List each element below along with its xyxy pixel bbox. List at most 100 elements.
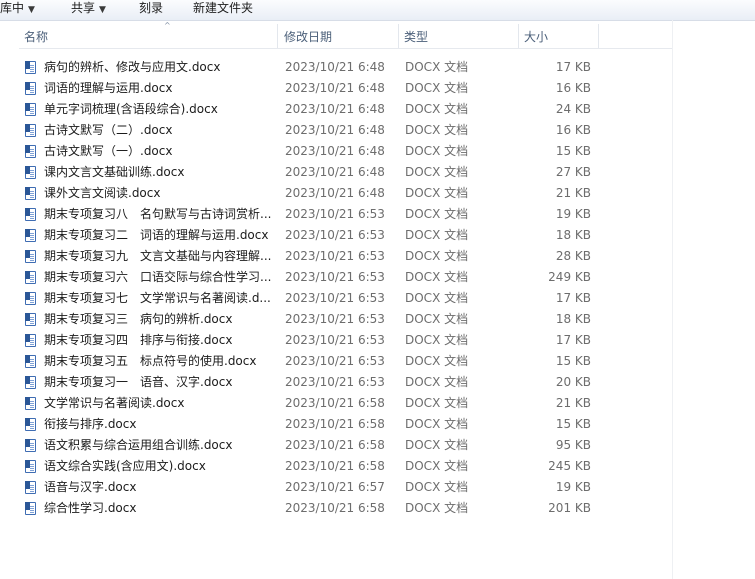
file-type: DOCX 文档 [405, 480, 469, 494]
file-row[interactable]: 文学常识与名著阅读.docx 2023/10/21 6:58 DOCX 文档 21 K… [19, 393, 672, 414]
file-modified: 2023/10/21 6:53 [285, 270, 385, 284]
word-document-icon [25, 397, 36, 410]
file-type: DOCX 文档 [405, 207, 469, 221]
file-row[interactable]: 课外文言文阅读.docx 2023/10/21 6:48 DOCX 文档 21 KB [19, 183, 672, 204]
file-name[interactable]: 课外文言文阅读.docx [44, 183, 276, 204]
word-document-icon [25, 292, 36, 305]
file-type: DOCX 文档 [405, 249, 469, 263]
file-modified: 2023/10/21 6:53 [285, 291, 385, 305]
file-name[interactable]: 期末专项复习一 语音、汉字.docx [44, 372, 276, 393]
column-header: ^ 名称 修改日期 类型 大小 [19, 21, 672, 49]
column-name[interactable]: ^ 名称 [19, 21, 278, 48]
file-size: 18 KB [555, 312, 591, 326]
file-name[interactable]: 语音与汉字.docx [44, 477, 276, 498]
file-modified: 2023/10/21 6:48 [285, 123, 385, 137]
file-row[interactable]: 衔接与排序.docx 2023/10/21 6:58 DOCX 文档 15 KB [19, 414, 672, 435]
file-row[interactable]: 期末专项复习四 排序与衔接.docx 2023/10/21 6:53 DOCX 文档… [19, 330, 672, 351]
file-type: DOCX 文档 [405, 291, 469, 305]
file-size: 15 KB [555, 144, 591, 158]
column-size[interactable]: 大小 [519, 24, 599, 48]
word-document-icon [25, 208, 36, 221]
file-name[interactable]: 语文综合实践(含应用文).docx [44, 456, 276, 477]
file-type: DOCX 文档 [405, 396, 469, 410]
file-name[interactable]: 期末专项复习五 标点符号的使用.docx [44, 351, 276, 372]
file-row[interactable]: 期末专项复习八 名句默写与古诗词赏析... 2023/10/21 6:53 DOCX… [19, 204, 672, 225]
file-type: DOCX 文档 [405, 438, 469, 452]
file-name[interactable]: 期末专项复习二 词语的理解与运用.docx [44, 225, 276, 246]
file-row[interactable]: 期末专项复习九 文言文基础与内容理解... 2023/10/21 6:53 DOCX… [19, 246, 672, 267]
file-name[interactable]: 课内文言文基础训练.docx [44, 162, 276, 183]
burn-button[interactable]: 刻录 [139, 0, 163, 20]
file-name[interactable]: 语文积累与综合运用组合训练.docx [44, 435, 276, 456]
file-name[interactable]: 期末专项复习三 病句的辨析.docx [44, 309, 276, 330]
file-size: 15 KB [555, 354, 591, 368]
file-modified: 2023/10/21 6:58 [285, 438, 385, 452]
file-row[interactable]: 期末专项复习三 病句的辨析.docx 2023/10/21 6:53 DOCX 文档… [19, 309, 672, 330]
file-modified: 2023/10/21 6:57 [285, 480, 385, 494]
word-document-icon [25, 439, 36, 452]
file-size: 245 KB [548, 459, 591, 473]
library-menu[interactable]: 库中 ▼ [0, 0, 35, 20]
file-name[interactable]: 古诗文默写（一）.docx [44, 141, 276, 162]
command-bar: 库中 ▼ 共享 ▼ 刻录 新建文件夹 [0, 0, 755, 21]
file-name[interactable]: 病句的辨析、修改与应用文.docx [44, 57, 276, 78]
file-size: 16 KB [555, 123, 591, 137]
word-document-icon [25, 229, 36, 242]
new-folder-button[interactable]: 新建文件夹 [193, 0, 253, 20]
file-row[interactable]: 古诗文默写（一）.docx 2023/10/21 6:48 DOCX 文档 15 KB [19, 141, 672, 162]
file-row[interactable]: 词语的理解与运用.docx 2023/10/21 6:48 DOCX 文档 16 KB [19, 78, 672, 99]
file-row[interactable]: 课内文言文基础训练.docx 2023/10/21 6:48 DOCX 文档 27 K… [19, 162, 672, 183]
file-type: DOCX 文档 [405, 165, 469, 179]
library-label: 库中 [0, 1, 25, 15]
file-modified: 2023/10/21 6:53 [285, 375, 385, 389]
pane-divider[interactable] [672, 20, 673, 579]
file-row[interactable]: 期末专项复习六 口语交际与综合性学习... 2023/10/21 6:53 DOCX… [19, 267, 672, 288]
file-name[interactable]: 期末专项复习八 名句默写与古诗词赏析... [44, 204, 276, 225]
file-row[interactable]: 期末专项复习一 语音、汉字.docx 2023/10/21 6:53 DOCX 文档… [19, 372, 672, 393]
file-row[interactable]: 期末专项复习五 标点符号的使用.docx 2023/10/21 6:53 DOCX … [19, 351, 672, 372]
file-size: 27 KB [555, 165, 591, 179]
file-modified: 2023/10/21 6:53 [285, 312, 385, 326]
file-modified: 2023/10/21 6:58 [285, 501, 385, 515]
word-document-icon [25, 103, 36, 116]
file-name[interactable]: 文学常识与名著阅读.docx [44, 393, 276, 414]
sort-up-icon: ^ [164, 21, 171, 30]
file-row[interactable]: 期末专项复习七 文学常识与名著阅读.d... 2023/10/21 6:53 DOC… [19, 288, 672, 309]
file-row[interactable]: 病句的辨析、修改与应用文.docx 2023/10/21 6:48 DOCX 文档 1… [19, 57, 672, 78]
file-modified: 2023/10/21 6:58 [285, 396, 385, 410]
file-type: DOCX 文档 [405, 228, 469, 242]
new-folder-label: 新建文件夹 [193, 1, 254, 15]
file-row[interactable]: 单元字词梳理(含语段综合).docx 2023/10/21 6:48 DOCX 文档… [19, 99, 672, 120]
file-row[interactable]: 语文综合实践(含应用文).docx 2023/10/21 6:58 DOCX 文档 2… [19, 456, 672, 477]
file-row[interactable]: 综合性学习.docx 2023/10/21 6:58 DOCX 文档 201 KB [19, 498, 672, 519]
file-name[interactable]: 期末专项复习四 排序与衔接.docx [44, 330, 276, 351]
file-row[interactable]: 语文积累与综合运用组合训练.docx 2023/10/21 6:58 DOCX 文档… [19, 435, 672, 456]
file-name[interactable]: 衔接与排序.docx [44, 414, 276, 435]
burn-label: 刻录 [139, 1, 164, 15]
file-name[interactable]: 期末专项复习九 文言文基础与内容理解... [44, 246, 276, 267]
file-modified: 2023/10/21 6:48 [285, 144, 385, 158]
file-name[interactable]: 期末专项复习六 口语交际与综合性学习... [44, 267, 276, 288]
file-name[interactable]: 古诗文默写（二）.docx [44, 120, 276, 141]
file-modified: 2023/10/21 6:53 [285, 249, 385, 263]
file-name[interactable]: 词语的理解与运用.docx [44, 78, 276, 99]
file-modified: 2023/10/21 6:58 [285, 459, 385, 473]
word-document-icon [25, 187, 36, 200]
file-name[interactable]: 期末专项复习七 文学常识与名著阅读.d... [44, 288, 276, 309]
word-document-icon [25, 313, 36, 326]
file-size: 21 KB [555, 396, 591, 410]
file-type: DOCX 文档 [405, 123, 469, 137]
word-document-icon [25, 271, 36, 284]
word-document-icon [25, 418, 36, 431]
file-row[interactable]: 古诗文默写（二）.docx 2023/10/21 6:48 DOCX 文档 16 KB [19, 120, 672, 141]
column-modified[interactable]: 修改日期 [279, 24, 399, 48]
share-label: 共享 [71, 1, 96, 15]
file-row[interactable]: 语音与汉字.docx 2023/10/21 6:57 DOCX 文档 19 KB [19, 477, 672, 498]
file-row[interactable]: 期末专项复习二 词语的理解与运用.docx 2023/10/21 6:53 DOCX… [19, 225, 672, 246]
file-size: 21 KB [555, 186, 591, 200]
file-name[interactable]: 综合性学习.docx [44, 498, 276, 519]
share-menu[interactable]: 共享 ▼ [71, 0, 106, 20]
file-name[interactable]: 单元字词梳理(含语段综合).docx [44, 99, 276, 120]
column-type[interactable]: 类型 [399, 24, 519, 48]
file-size: 17 KB [555, 291, 591, 305]
